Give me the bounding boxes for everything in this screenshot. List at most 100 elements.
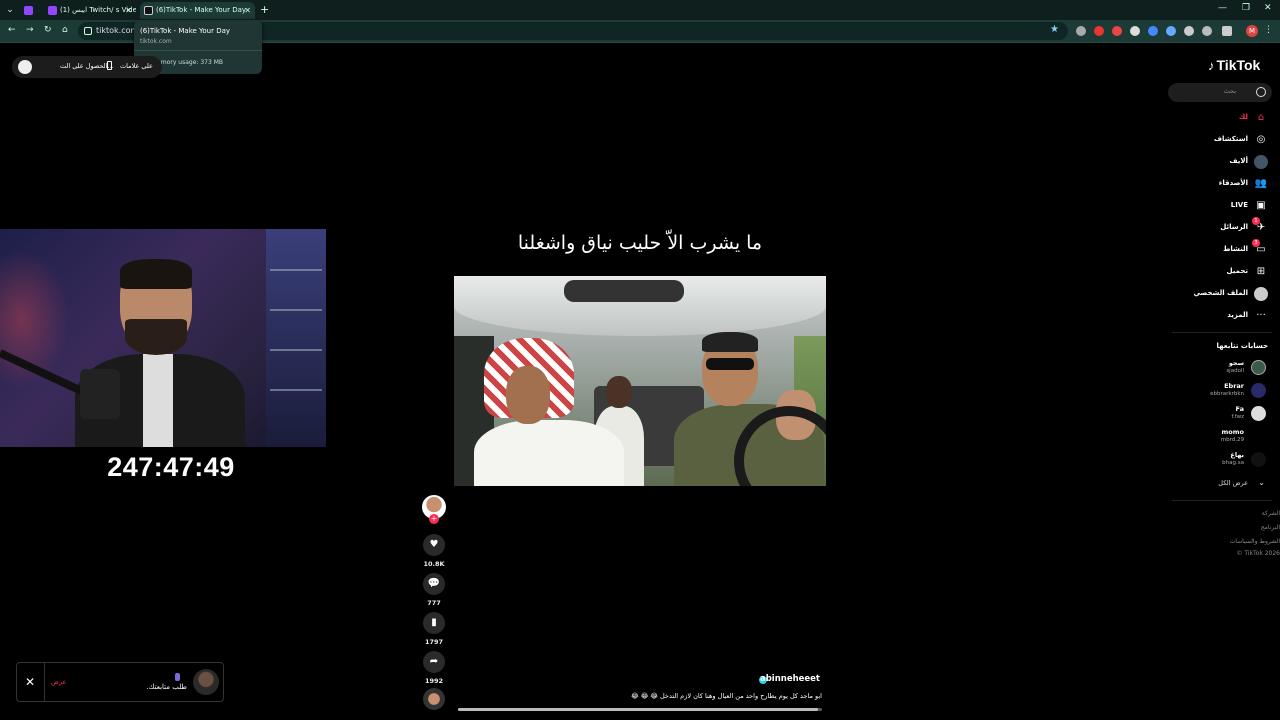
see-all-label: عرض الكل xyxy=(1218,479,1248,487)
follow-plus-icon[interactable]: + xyxy=(429,514,439,524)
divider xyxy=(44,663,45,701)
hover-card-memory: Memory usage: 373 MB xyxy=(152,59,223,66)
chevron-down-icon: ⌄ xyxy=(1258,478,1265,487)
see-all-button[interactable]: عرض الكل ⌄ xyxy=(1180,478,1270,490)
followed-account[interactable]: سجو sjadoll xyxy=(1180,358,1270,378)
video-author[interactable]: abinneheeet xyxy=(756,674,820,684)
music-disc-icon[interactable] xyxy=(423,688,445,710)
get-app-label[interactable]: الحصول على الت... xyxy=(60,62,114,70)
extension-icon[interactable] xyxy=(1112,26,1122,36)
close-icon[interactable]: ✕ xyxy=(125,2,132,19)
bookmark-icon[interactable]: ▮ xyxy=(423,612,445,634)
menu-kebab-icon[interactable]: ⋮ xyxy=(1264,25,1273,35)
bookmark-star-icon[interactable]: ★ xyxy=(1050,24,1059,35)
sidebar-item-label: الأصدقاء xyxy=(1218,179,1248,187)
sidebar-item-friends[interactable]: الأصدقاء 👥 xyxy=(1180,176,1270,194)
side-panel-icon[interactable] xyxy=(1222,26,1232,36)
site-info-icon[interactable] xyxy=(84,27,92,35)
comment-icon[interactable]: 💬 xyxy=(423,573,445,595)
home-icon[interactable]: ⌂ xyxy=(62,25,68,35)
video-progress-bar[interactable] xyxy=(458,708,822,711)
new-tab-button[interactable]: + xyxy=(260,3,269,16)
like-heart-icon[interactable]: ♥ xyxy=(423,534,445,556)
more-icon: ··· xyxy=(1256,310,1266,321)
extension-icon[interactable] xyxy=(1094,26,1104,36)
share-icon[interactable]: ➦ xyxy=(423,651,445,673)
close-window-icon[interactable]: ✕ xyxy=(1264,3,1272,13)
account-handle: mbrd.29 xyxy=(1220,437,1244,443)
search-input[interactable]: بحث xyxy=(1168,83,1272,102)
sidebar-item-label: تحميل xyxy=(1226,267,1248,275)
tab-pinned[interactable] xyxy=(20,2,40,19)
get-app-bar[interactable]: الحصول على الت... على علامات xyxy=(12,56,162,78)
video-overlay-caption: ما يشرب الاّ حليب نياق واشغلنا xyxy=(517,232,763,254)
sidebar-item-upload[interactable]: تحميل ⊞ xyxy=(1180,264,1270,282)
maximize-icon[interactable]: ❐ xyxy=(1242,3,1250,13)
forward-icon[interactable]: → xyxy=(26,25,34,35)
live-icon: ▣ xyxy=(1256,200,1266,211)
sidebar-item-activity[interactable]: النشاط ▭ 3 xyxy=(1180,239,1270,260)
sidebar-item-label: استكشاف xyxy=(1213,135,1248,143)
microphone xyxy=(80,369,120,419)
sidebar-item-label: الرسائل xyxy=(1220,223,1248,231)
friends-icon: 👥 xyxy=(1254,178,1268,189)
account-handle: f.fwz xyxy=(1231,414,1244,420)
extension-icon[interactable] xyxy=(1184,26,1194,36)
sidebar-item-profile[interactable]: الملف الشخصي xyxy=(1180,286,1270,304)
home-icon: ⌂ xyxy=(1257,112,1265,123)
extensions-puzzle-icon[interactable] xyxy=(1202,26,1212,36)
footer-program-link[interactable]: البرنامج xyxy=(1180,524,1280,531)
sidebar-item-more[interactable]: المزيد ··· xyxy=(1180,308,1270,326)
tab-search-icon[interactable]: ⌄ xyxy=(4,3,16,17)
hover-card-domain: tiktok.com xyxy=(140,38,172,45)
extension-icon[interactable] xyxy=(1166,26,1176,36)
video-player[interactable] xyxy=(454,276,826,486)
extension-icon[interactable] xyxy=(1148,26,1158,36)
sidebar-item-label: النشاط xyxy=(1223,245,1248,253)
view-button[interactable]: عرض xyxy=(51,678,66,686)
minimize-icon[interactable]: — xyxy=(1218,3,1227,13)
webcam-overlay xyxy=(0,229,326,447)
account-handle: bhag.sa xyxy=(1222,460,1244,466)
divider xyxy=(1172,500,1272,501)
share-count: 1992 xyxy=(424,677,444,685)
sidebar-item-live[interactable]: LIVE ▣ xyxy=(1180,198,1270,216)
following-accounts-title: حسابات تتابعها xyxy=(1216,342,1268,350)
search-icon[interactable] xyxy=(1256,87,1266,97)
notification-text: طلب متابعتك. xyxy=(146,683,187,691)
followed-account[interactable]: بهاغ bhag.sa xyxy=(1180,450,1270,470)
divider xyxy=(134,50,262,51)
tab-tiktok[interactable]: (6)TikTok - Make Your Day ✕ xyxy=(140,2,255,19)
profile-icon xyxy=(1254,287,1268,301)
footer-company-link[interactable]: الشركة xyxy=(1180,510,1280,517)
tiktok-logo[interactable]: ♪ TikTok xyxy=(1208,57,1260,73)
sidebar-item-for-you[interactable]: لك ⌂ xyxy=(1180,110,1270,128)
close-icon[interactable]: ✕ xyxy=(25,675,35,689)
phone-icon xyxy=(107,61,112,70)
tiktok-favicon-icon xyxy=(144,6,153,15)
stream-timer: 247:47:49 xyxy=(107,452,235,482)
extension-icon[interactable] xyxy=(1076,26,1086,36)
followed-account[interactable]: Ebrar ebbrarkrbkn xyxy=(1180,381,1270,401)
hover-card-title: (6)TikTok - Make Your Day xyxy=(140,27,231,35)
reload-icon[interactable]: ↻ xyxy=(44,25,52,35)
profile-avatar[interactable]: M xyxy=(1246,25,1258,37)
tab-twitch-videos[interactable]: (1) ايبس Twitch/ s Videos - ✕ xyxy=(44,2,136,19)
avatar xyxy=(1251,429,1266,444)
extension-icon[interactable] xyxy=(1130,26,1140,36)
followed-account[interactable]: momo mbrd.29 xyxy=(1180,427,1270,447)
twitch-favicon-icon xyxy=(48,6,57,15)
footer-terms-link[interactable]: الشروط والسياسات xyxy=(1180,538,1280,545)
sidebar-item-messages[interactable]: الرسائل ✈ 1 xyxy=(1180,217,1270,238)
close-icon[interactable]: ✕ xyxy=(244,2,251,19)
logo-text: TikTok xyxy=(1216,57,1261,73)
avatar xyxy=(193,669,219,695)
get-coins-label[interactable]: على علامات xyxy=(120,62,153,70)
avatar xyxy=(1251,360,1266,375)
browser-tab-bar: ⌄ (1) ايبس Twitch/ s Videos - ✕ (6)TikTo… xyxy=(0,0,1280,20)
followed-account[interactable]: Fa f.fwz xyxy=(1180,404,1270,424)
sidebar-item-explore[interactable]: استكشاف ◎ xyxy=(1180,132,1270,150)
save-count: 1797 xyxy=(424,638,444,646)
sidebar-item-following[interactable]: ألايف xyxy=(1180,154,1270,172)
back-icon[interactable]: ← xyxy=(8,25,16,35)
